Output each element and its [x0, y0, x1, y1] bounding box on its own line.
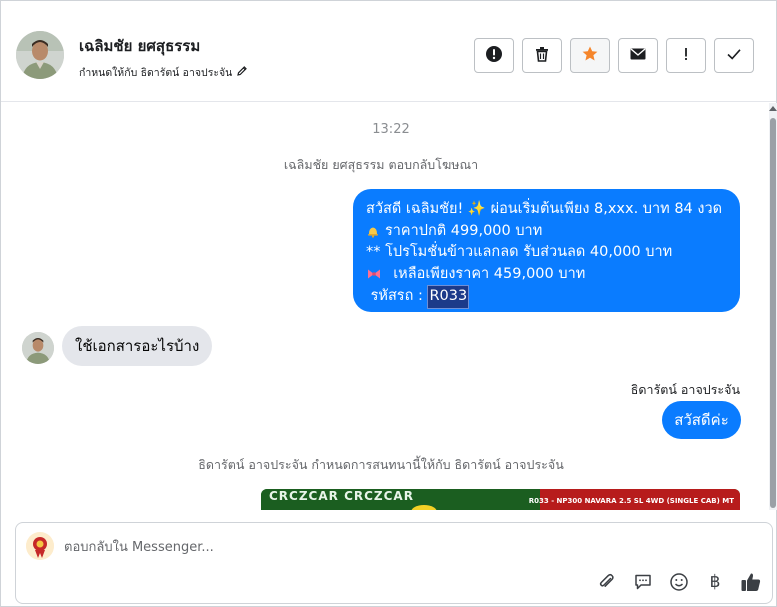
promo-image-caption: R033 - NP300 NAVARA 2.5 SL 4WD (SINGLE C…	[528, 497, 734, 505]
ribbon-icon	[366, 267, 382, 281]
promo-image-title: CRCZCAR CRCZCAR	[269, 489, 414, 503]
contact-avatar[interactable]	[16, 31, 64, 79]
assignment-row[interactable]: กำหนดให้กับ ธิดารัตน์ อาจประจัน	[79, 64, 248, 81]
alert-circle-icon	[485, 45, 503, 67]
envelope-icon	[629, 45, 647, 67]
system-message-assignment: ธิดารัตน์ อาจประจัน กำหนดการสนทนานี้ให้ก…	[198, 457, 564, 472]
message-line: เหลือเพียงราคา 459,000 บาท	[366, 264, 728, 286]
exclamation-icon	[677, 45, 695, 67]
message-timestamp: 13:22	[372, 122, 410, 137]
thread-scrollbar[interactable]	[769, 103, 777, 510]
star-icon	[581, 45, 599, 67]
message-line: รหัสรถ : R033	[366, 285, 728, 309]
saved-reply-icon[interactable]	[632, 571, 654, 593]
delete-button[interactable]	[522, 38, 562, 73]
car-code-selected[interactable]: R033	[427, 285, 470, 309]
spam-button[interactable]	[474, 38, 514, 73]
message-line-text: ราคาปกติ 499,000 บาท	[385, 222, 543, 239]
sender-name: ธิดารัตน์ อาจประจัน	[630, 382, 740, 397]
scroll-thumb[interactable]	[770, 118, 776, 508]
star-shape	[582, 46, 598, 60]
header-actions	[474, 38, 754, 73]
conversation-header: เฉลิมชัย ยศสุธรรม กำหนดให้กับ ธิดารัตน์ …	[1, 1, 776, 102]
outgoing-message-bubble-greeting[interactable]: สวัสดีค่ะ	[662, 401, 741, 439]
message-line: สวัสดี เฉลิมชัย! ✨ ผ่อนเริ่มต้นเพียง 8,x…	[366, 201, 723, 217]
composer-tools: ฿	[596, 571, 762, 593]
scroll-up-arrow-icon[interactable]	[769, 106, 777, 111]
message-line: ** โปรโมชั่นข้าวแลกลด รับส่วนลด 40,000 บ…	[366, 244, 673, 260]
promo-image-attachment[interactable]: CRCZCAR CRCZCAR R033 - NP300 NAVARA 2.5 …	[261, 489, 740, 510]
outgoing-message-bubble[interactable]: สวัสดี เฉลิมชัย! ✨ ผ่อนเริ่มต้นเพียง 8,x…	[353, 189, 740, 312]
mark-unread-button[interactable]	[618, 38, 658, 73]
trash-icon	[533, 45, 551, 67]
mark-done-button[interactable]	[714, 38, 754, 73]
baht-icon[interactable]: ฿	[704, 571, 726, 593]
follow-up-button[interactable]	[666, 38, 706, 73]
reply-input[interactable]	[64, 537, 664, 557]
emoji-icon[interactable]	[668, 571, 690, 593]
page-avatar	[26, 532, 54, 560]
thumbs-up-icon[interactable]	[740, 571, 762, 593]
reply-composer: ฿	[15, 522, 773, 604]
pencil-icon[interactable]	[236, 65, 248, 80]
contact-name: เฉลิมชัย ยศสุธรรม	[79, 37, 201, 55]
bell-icon	[366, 224, 380, 238]
message-line-text: เหลือเพียงราคา 459,000 บาท	[384, 265, 586, 282]
assigned-label: กำหนดให้กับ ธิดารัตน์ อาจประจัน	[79, 67, 233, 79]
conversation-panel: เฉลิมชัย ยศสุธรรม กำหนดให้กับ ธิดารัตน์ …	[0, 0, 777, 607]
message-thread[interactable]: 13:22 เฉลิมชัย ยศสุธรรม ตอบกลับโฆษณา สวั…	[1, 103, 769, 510]
incoming-message-bubble[interactable]: ใช้เอกสารอะไรบ้าง	[62, 326, 213, 366]
contact-avatar-small[interactable]	[22, 332, 54, 364]
star-button[interactable]	[570, 38, 610, 73]
paperclip-icon[interactable]	[596, 571, 618, 593]
car-code-label: รหัสรถ :	[366, 288, 428, 304]
system-message-ad-reply: เฉลิมชัย ยศสุธรรม ตอบกลับโฆษณา	[283, 157, 479, 172]
message-line: ราคาปกติ 499,000 บาท	[366, 221, 728, 243]
check-icon	[725, 45, 743, 67]
